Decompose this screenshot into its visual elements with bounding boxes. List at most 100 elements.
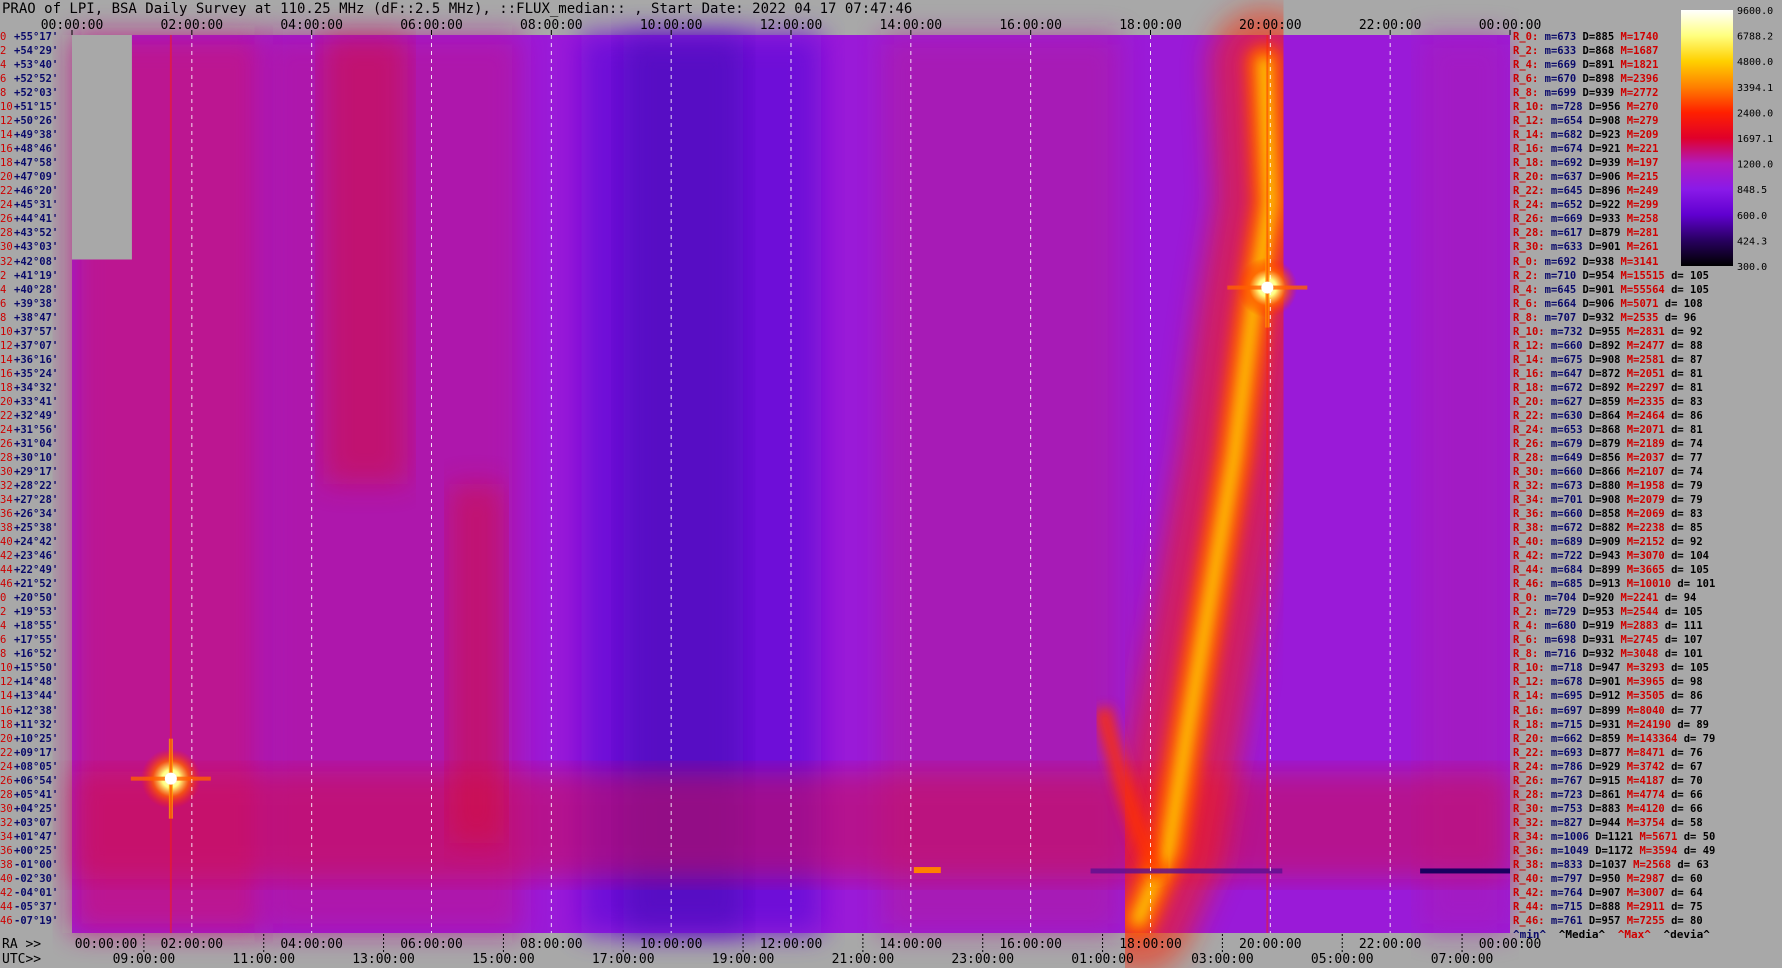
declination-value: +01°47' bbox=[14, 830, 59, 843]
declination-index: 6 bbox=[0, 634, 7, 647]
beam-deviation: d= 105 bbox=[1664, 269, 1710, 282]
beam-stat-row: R_38: m=833 D=1037 M=2568 d= 63 bbox=[1513, 858, 1709, 872]
declination-index: 6 bbox=[0, 297, 7, 310]
beam-max: M=10010 bbox=[1620, 578, 1672, 591]
beam-min: m=685 bbox=[1544, 578, 1583, 591]
declination-index: 22 bbox=[0, 746, 13, 759]
beam-median: D=919 bbox=[1576, 620, 1615, 633]
beam-stat-row: R_42: m=722 D=943 M=3070 d= 104 bbox=[1513, 549, 1709, 563]
declination-value: +03°07' bbox=[14, 816, 59, 829]
beam-min: m=786 bbox=[1544, 760, 1583, 773]
top-time-axis: 00:00:00 02:00:00 04:00:00 06:00:00 08:00:00… bbox=[41, 18, 1541, 35]
declination-index: 2 bbox=[0, 269, 7, 282]
beam-stat-row: R_32: m=673 D=880 M=1958 d= 79 bbox=[1513, 479, 1703, 493]
beam-stat-row: R_34: m=701 D=908 M=2079 d= 79 bbox=[1513, 493, 1703, 507]
declination-row: 14+49°38' bbox=[0, 128, 58, 142]
declination-index: 12 bbox=[0, 115, 13, 128]
beam-stat-row: R_6: m=670 D=898 M=2396 bbox=[1513, 72, 1658, 86]
declination-row: 0 +55°17' bbox=[0, 30, 58, 44]
beam-name: R_2: bbox=[1513, 269, 1539, 282]
beam-name: R_8: bbox=[1513, 87, 1539, 100]
beam-stat-row: R_6: m=698 D=931 M=2745 d= 107 bbox=[1513, 633, 1703, 647]
beam-median: D=929 bbox=[1582, 760, 1621, 773]
beam-median: D=880 bbox=[1582, 480, 1621, 492]
beam-min: m=654 bbox=[1544, 115, 1583, 128]
beam-name: R_22: bbox=[1513, 409, 1545, 422]
declination-row: 46-07°19' bbox=[0, 914, 58, 928]
beam-stat-row: R_40: m=689 D=909 M=2152 d= 92 bbox=[1513, 535, 1703, 549]
declination-index: 4 bbox=[0, 620, 7, 633]
declination-index: 20 bbox=[0, 395, 13, 408]
beam-stat-row: R_44: m=684 D=899 M=3665 d= 105 bbox=[1513, 563, 1709, 577]
declination-index: 28 bbox=[0, 788, 13, 801]
beam-deviation: d= 79 bbox=[1664, 480, 1703, 492]
beam-stat-row: R_24: m=786 D=929 M=3742 d= 67 bbox=[1513, 760, 1703, 774]
declination-index: 8 bbox=[0, 311, 7, 324]
declination-index: 36 bbox=[0, 508, 13, 521]
declination-row: 6 +17°55' bbox=[0, 633, 58, 647]
declination-row: 6 +39°38' bbox=[0, 297, 58, 311]
beam-median: D=892 bbox=[1582, 339, 1621, 352]
beam-median: D=931 bbox=[1576, 634, 1615, 647]
top-tick-label-9: 18:00:00 bbox=[1119, 18, 1182, 33]
beam-stat-row: R_26: m=669 D=933 M=258 bbox=[1513, 212, 1658, 226]
beam-stat-row: R_18: m=672 D=892 M=2297 d= 81 bbox=[1513, 381, 1703, 395]
beam-median: D=883 bbox=[1582, 802, 1621, 815]
beam-max: M=2581 bbox=[1620, 353, 1665, 366]
beam-median: D=944 bbox=[1582, 816, 1621, 829]
beam-median: D=879 bbox=[1582, 437, 1621, 450]
beam-median: D=932 bbox=[1576, 648, 1615, 661]
utc-tick-label-2: 13:00:00 bbox=[352, 952, 415, 967]
beam-name: R_16: bbox=[1513, 704, 1545, 717]
top-tick-label-5: 10:00:00 bbox=[640, 18, 703, 33]
beam-max: M=143364 bbox=[1620, 732, 1678, 745]
beam-median: D=901 bbox=[1576, 283, 1615, 296]
declination-index: 26 bbox=[0, 437, 13, 450]
beam-deviation: d= 81 bbox=[1664, 423, 1703, 436]
ra-tick-label-7: 14:00:00 bbox=[880, 937, 943, 952]
beam-stat-row: R_14: m=682 D=923 M=209 bbox=[1513, 128, 1658, 142]
beam-max: M=2568 bbox=[1626, 858, 1672, 871]
beam-max: M=5071 bbox=[1614, 297, 1659, 310]
beam-stat-row: R_10: m=732 D=955 M=2831 d= 92 bbox=[1513, 325, 1703, 339]
source-core-1 bbox=[1261, 281, 1274, 294]
beam-max: M=197 bbox=[1620, 157, 1659, 170]
declination-value: +12°38' bbox=[14, 704, 59, 717]
beam-name: R_24: bbox=[1513, 199, 1545, 212]
beam-max: M=3293 bbox=[1620, 662, 1665, 675]
declination-index: 24 bbox=[0, 760, 13, 773]
beam-min: m=722 bbox=[1544, 550, 1583, 563]
declination-value: +36°16' bbox=[14, 353, 59, 366]
top-tick-label-1: 02:00:00 bbox=[161, 18, 224, 33]
declination-value: +27°28' bbox=[14, 494, 59, 507]
beam-deviation: d= 58 bbox=[1664, 816, 1703, 829]
beam-min: m=1006 bbox=[1544, 830, 1589, 843]
beam-name: R_38: bbox=[1513, 522, 1545, 535]
beam-stat-row: R_12: m=678 D=901 M=3965 d= 98 bbox=[1513, 675, 1703, 689]
declination-row: 24+45°31' bbox=[0, 198, 58, 212]
beam-median: D=947 bbox=[1582, 662, 1621, 675]
beam-max: M=281 bbox=[1620, 227, 1659, 240]
beam-median: D=856 bbox=[1582, 451, 1621, 464]
beam-name: R_40: bbox=[1513, 872, 1545, 885]
declination-value: +29°17' bbox=[14, 465, 59, 478]
beam-min: m=645 bbox=[1538, 283, 1577, 296]
beam-min: m=670 bbox=[1538, 73, 1577, 86]
beam-min: m=767 bbox=[1544, 774, 1583, 787]
beam-median: D=954 bbox=[1576, 269, 1615, 282]
declination-row: 28+43°52' bbox=[0, 226, 58, 240]
beam-deviation: d= 105 bbox=[1664, 662, 1710, 675]
beam-deviation: d= 107 bbox=[1658, 634, 1703, 647]
beam-median: D=953 bbox=[1576, 606, 1615, 619]
beam-name: R_30: bbox=[1513, 465, 1545, 478]
beam-deviation: d= 86 bbox=[1664, 409, 1703, 422]
ra-tick-label-8: 16:00:00 bbox=[999, 937, 1062, 952]
beam-max: M=2238 bbox=[1620, 522, 1665, 535]
utc-tick-label-10: 05:00:00 bbox=[1311, 952, 1374, 967]
top-tick-label-3: 06:00:00 bbox=[400, 18, 463, 33]
beam-min: m=672 bbox=[1544, 522, 1583, 535]
beam-max: M=249 bbox=[1620, 185, 1659, 198]
beam-median: D=885 bbox=[1576, 31, 1615, 43]
declination-index: 24 bbox=[0, 423, 13, 436]
declination-value: +16°52' bbox=[14, 648, 59, 661]
